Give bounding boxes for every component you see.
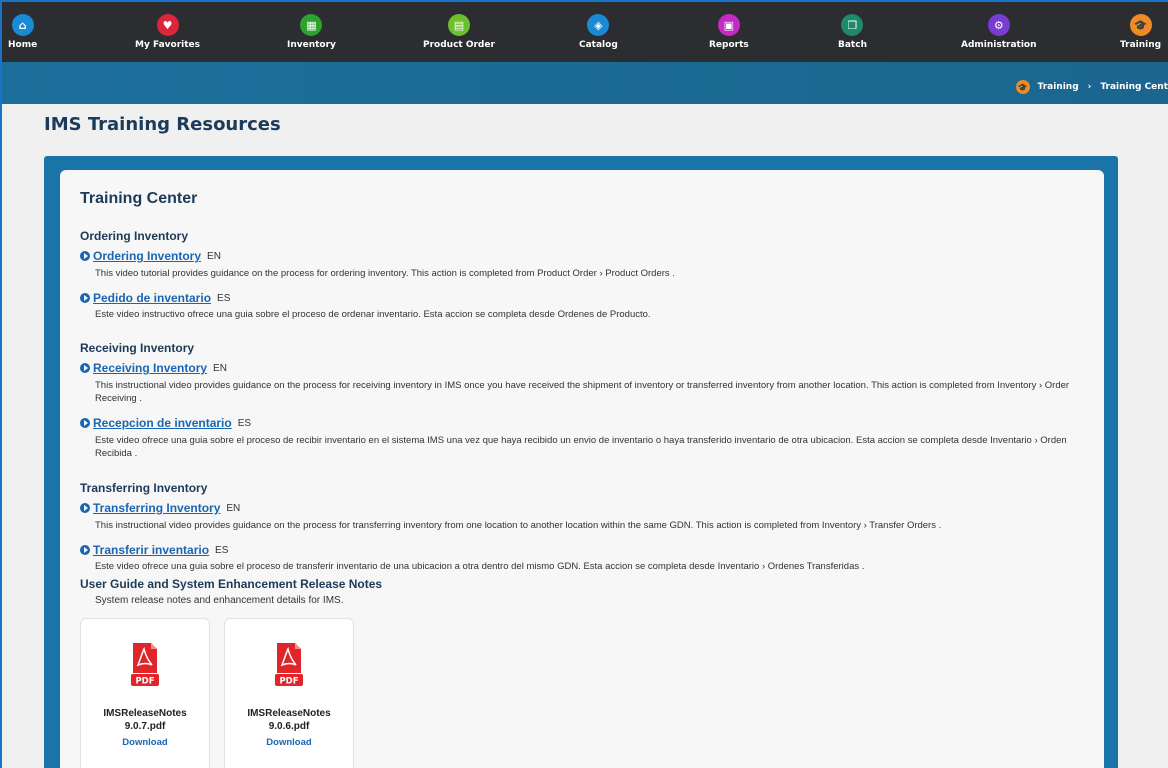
video-row: Transferir inventario ES — [80, 543, 228, 557]
nav-label: Administration — [961, 40, 1037, 50]
video-description: This video tutorial provides guidance on… — [95, 268, 675, 279]
video-link-transferring-es[interactable]: Transferir inventario — [93, 543, 209, 557]
language-tag: EN — [213, 362, 227, 374]
nav-label: Reports — [709, 40, 749, 50]
nav-label: Catalog — [579, 40, 618, 50]
user-guide-heading: User Guide and System Enhancement Releas… — [80, 577, 383, 591]
nav-label: Inventory — [287, 40, 336, 50]
video-row: Receiving Inventory EN — [80, 361, 227, 375]
file-name-line: IMSReleaseNotes — [247, 708, 331, 719]
video-row: Pedido de inventario ES — [80, 291, 230, 305]
section-heading-ordering: Ordering Inventory — [80, 229, 189, 243]
section-heading-receiving: Receiving Inventory — [80, 341, 195, 355]
card-title: Training Center — [80, 190, 198, 207]
file-name: IMSReleaseNotes 9.0.7.pdf — [90, 707, 200, 733]
page-title: IMS Training Resources — [44, 114, 281, 135]
download-link[interactable]: Download — [266, 737, 311, 748]
video-description: Este video ofrece una guia sobre el proc… — [95, 561, 865, 572]
graduation-cap-icon: 🎓 — [1129, 14, 1152, 36]
nav-item-catalog[interactable]: ◈ Catalog — [579, 6, 618, 58]
clipboard-icon: ▤ — [447, 14, 470, 36]
pdf-badge-text: PDF — [279, 677, 298, 687]
language-tag: EN — [207, 250, 221, 262]
user-guide-subtitle: System release notes and enhancement det… — [95, 595, 344, 606]
section-heading-transferring: Transferring Inventory — [80, 481, 208, 495]
video-link-receiving-es[interactable]: Recepcion de inventario — [93, 416, 232, 430]
video-link-receiving-en[interactable]: Receiving Inventory — [93, 361, 207, 375]
file-name: IMSReleaseNotes 9.0.6.pdf — [234, 707, 344, 733]
nav-label: Training — [1120, 40, 1162, 50]
nav-label: Product Order — [423, 40, 495, 50]
report-icon: ▣ — [717, 14, 740, 36]
play-icon — [80, 363, 90, 373]
pdf-badge-text: PDF — [135, 677, 154, 687]
file-card[interactable]: PDF IMSReleaseNotes 9.0.7.pdf Download — [80, 618, 210, 768]
nav-item-inventory[interactable]: ▦ Inventory — [287, 6, 336, 58]
chevron-right-icon: › — [1087, 82, 1092, 92]
download-link[interactable]: Download — [122, 737, 167, 748]
top-nav: ⌂ Home ♥ My Favorites ▦ Inventory ▤ Prod… — [2, 2, 1168, 62]
pdf-file-icon: PDF — [131, 643, 159, 687]
nav-item-batch[interactable]: ❐ Batch — [838, 6, 867, 58]
nav-label: Batch — [838, 40, 867, 50]
nav-item-home[interactable]: ⌂ Home — [8, 6, 37, 58]
video-description: Este video instructivo ofrece una guia s… — [95, 309, 651, 320]
video-link-ordering-en[interactable]: Ordering Inventory — [93, 249, 201, 263]
video-link-ordering-es[interactable]: Pedido de inventario — [93, 291, 211, 305]
video-row: Recepcion de inventario ES — [80, 416, 251, 430]
nav-item-reports[interactable]: ▣ Reports — [709, 6, 749, 58]
file-name-line: IMSReleaseNotes — [103, 708, 187, 719]
nav-label: Home — [8, 40, 38, 50]
nav-item-administration[interactable]: ⚙ Administration — [961, 6, 1037, 58]
breadcrumb: 🎓 Training › Training Cent — [1015, 80, 1168, 94]
file-name-line: 9.0.6.pdf — [268, 721, 310, 732]
nav-item-my-favorites[interactable]: ♥ My Favorites — [135, 6, 200, 58]
file-card[interactable]: PDF IMSReleaseNotes 9.0.6.pdf Download — [224, 618, 354, 768]
video-row: Transferring Inventory EN — [80, 501, 240, 515]
catalog-icon: ◈ — [587, 14, 610, 36]
language-tag: EN — [226, 502, 241, 514]
batch-icon: ❐ — [841, 14, 864, 36]
play-icon — [80, 545, 90, 555]
breadcrumb-item-training[interactable]: Training — [1038, 82, 1079, 92]
nav-item-training[interactable]: 🎓 Training — [1120, 6, 1161, 58]
video-description: This instructional video provides guidan… — [95, 520, 942, 531]
boxes-icon: ▦ — [300, 14, 323, 36]
play-icon — [80, 251, 90, 261]
home-icon: ⌂ — [11, 14, 34, 36]
play-icon — [80, 293, 90, 303]
nav-item-product-order[interactable]: ▤ Product Order — [423, 6, 495, 58]
video-description: This instructional video provides guidan… — [95, 380, 1070, 404]
pdf-file-icon: PDF — [275, 643, 303, 687]
file-name-line: 9.0.7.pdf — [124, 721, 166, 732]
play-icon — [80, 503, 90, 513]
header-banner — [2, 62, 1168, 104]
language-tag: ES — [215, 544, 229, 556]
gear-icon: ⚙ — [987, 14, 1010, 36]
breadcrumb-item-training-center: Training Cent — [1100, 82, 1168, 92]
video-link-transferring-en[interactable]: Transferring Inventory — [93, 501, 220, 515]
play-icon — [80, 418, 90, 428]
language-tag: ES — [237, 417, 252, 429]
graduation-cap-icon: 🎓 — [1015, 80, 1030, 94]
heart-icon: ♥ — [156, 14, 179, 36]
nav-label: My Favorites — [135, 40, 200, 50]
language-tag: ES — [217, 292, 231, 304]
video-description: Este video ofrece una guia sobre el proc… — [95, 435, 1067, 459]
video-row: Ordering Inventory EN — [80, 249, 221, 263]
